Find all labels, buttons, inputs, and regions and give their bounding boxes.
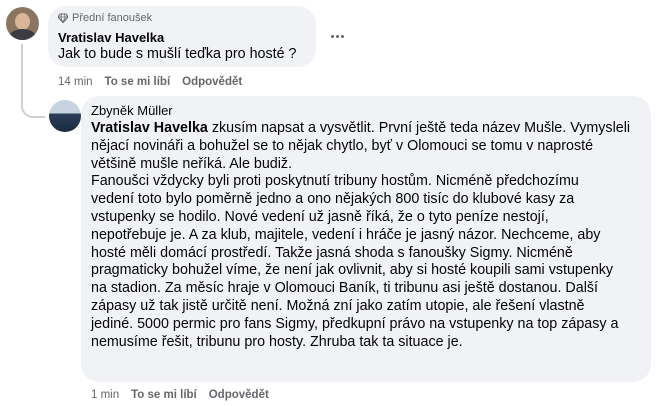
comment-actions: 14 min To se mi líbí Odpovědět (58, 76, 242, 88)
mention-link[interactable]: Vratislav Havelka (91, 120, 208, 136)
avatar[interactable] (6, 7, 39, 40)
comment-text: Vratislav Havelka zkusím napsat a vysvět… (91, 120, 647, 351)
comment-author[interactable]: Vratislav Havelka (58, 30, 164, 45)
comment-timestamp[interactable]: 14 min (58, 76, 93, 88)
comment-line: nějací novináři a bohužel se to nějak ch… (91, 137, 594, 154)
top-fan-badge: Přední fanoušek (58, 12, 152, 24)
comment-line: většině mušle neříká. Ale budiž. (91, 155, 293, 172)
reply-button[interactable]: Odpovědět (209, 389, 269, 401)
like-button[interactable]: To se mi líbí (131, 389, 197, 401)
thread-connector (21, 44, 45, 118)
comment-line: na stadion. Za měsíc hraje v Olomouci Ba… (91, 280, 598, 297)
comment-line: hosté měli domácí prostředí. Takže jasná… (91, 244, 573, 261)
comment-text: Jak to bude s mušlí teďka pro hosté ? (58, 46, 297, 62)
comment-line: jediné. 5000 permic pro fans Sigmy, před… (91, 315, 619, 332)
comment-line: vstupenky se hodilo. Nové vedení už jasn… (91, 208, 549, 225)
reply-button[interactable]: Odpovědět (182, 76, 242, 88)
comment-line: Fanoušci vždycky byli proti poskytnutí t… (91, 173, 579, 190)
comment-line: vedení toto bylo poměrně jedno a ono něj… (91, 191, 575, 208)
comment-author[interactable]: Zbyněk Müller (91, 103, 173, 118)
comment-line: nemusíme řešit, tribunu pro hosty. Zhrub… (91, 333, 463, 350)
comment-line: Vratislav Havelka zkusím napsat a vysvět… (91, 120, 631, 136)
like-button[interactable]: To se mi líbí (105, 76, 171, 88)
comment-line: pragmaticky bohužel víme, že není jak ov… (91, 262, 614, 279)
comment-bubble: Přední fanoušek Vratislav Havelka Jak to… (48, 6, 316, 67)
comment-line: zápasy už tak jistě určitě není. Možná z… (91, 297, 585, 314)
badge-label: Přední fanoušek (72, 12, 153, 24)
comment-actions: 1 min To se mi líbí Odpovědět (91, 389, 269, 401)
more-options-icon[interactable] (327, 30, 347, 42)
comment-line: nepotřebuje je. A za klub, majitele, ved… (91, 226, 601, 243)
comment-bubble: Zbyněk Müller Vratislav Havelka zkusím n… (81, 96, 651, 382)
diamond-icon (58, 13, 68, 23)
avatar[interactable] (49, 100, 81, 132)
comment-timestamp[interactable]: 1 min (91, 389, 119, 401)
